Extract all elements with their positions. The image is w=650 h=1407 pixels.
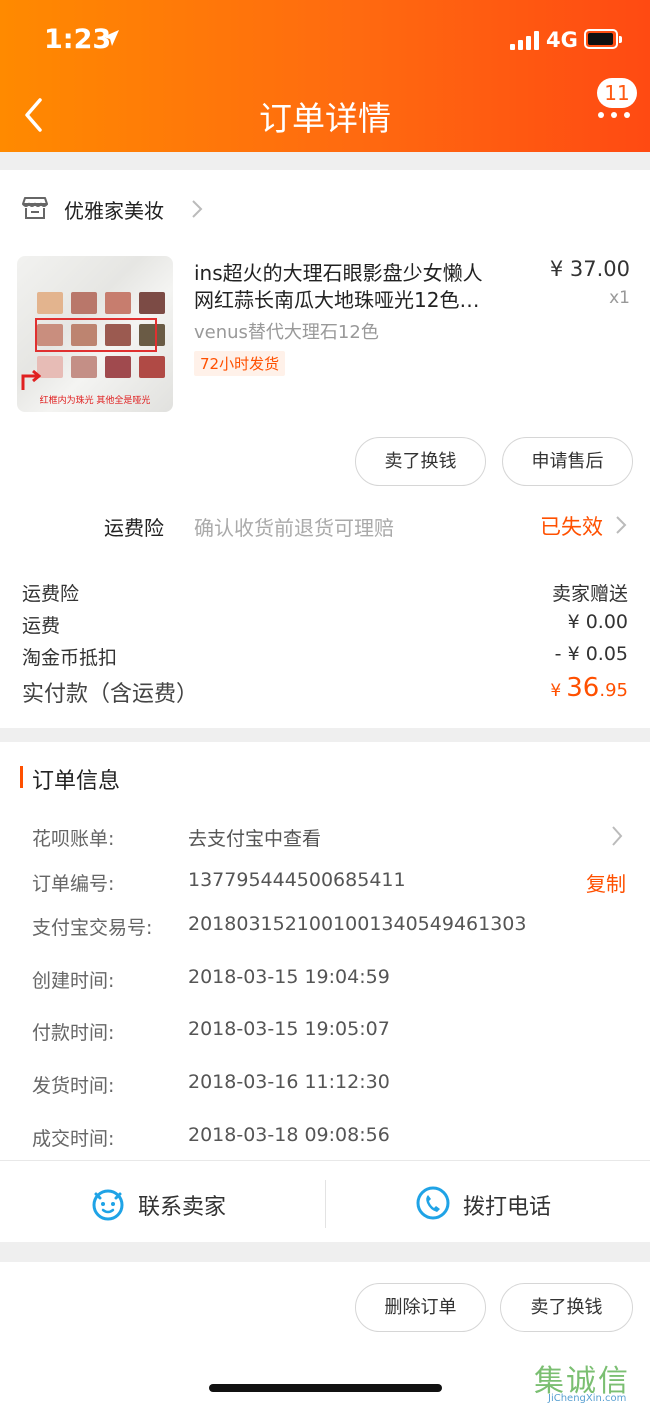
info-label: 创建时间:: [32, 970, 115, 992]
contact-seller-button[interactable]: 联系卖家: [138, 1189, 226, 1221]
total-currency: ¥: [550, 681, 562, 701]
info-value: 2018-03-15 19:04:59: [188, 966, 390, 988]
fee-label: 淘金币抵扣: [22, 647, 118, 669]
info-label: 订单编号:: [32, 873, 115, 895]
section-accent-bar: [20, 766, 23, 788]
product-title-line1[interactable]: ins超火的大理石眼影盘少女懒人: [194, 257, 483, 286]
delete-order-button[interactable]: 删除订单: [355, 1283, 486, 1332]
product-title-line2[interactable]: 网红蒜长南瓜大地珠哑光12色…: [194, 284, 479, 313]
info-label: 付款时间:: [32, 1022, 115, 1044]
divider: [325, 1180, 326, 1228]
info-label: 发货时间:: [32, 1075, 115, 1097]
signal-icon: [510, 30, 540, 50]
more-menu-button[interactable]: [598, 112, 630, 118]
total-value: ¥ 36.95: [550, 673, 628, 703]
red-arrow-icon: [21, 369, 41, 390]
fee-value: - ¥ 0.05: [554, 643, 628, 665]
freight-insurance-status[interactable]: 已失效: [540, 511, 603, 541]
fee-label: 运费: [22, 615, 61, 637]
info-value: 2018-03-18 09:08:56: [188, 1124, 390, 1146]
sell-for-cash-button-bottom[interactable]: 卖了换钱: [500, 1283, 633, 1332]
contact-seller-icon[interactable]: [90, 1186, 126, 1222]
info-label: 成交时间:: [32, 1128, 115, 1150]
product-quantity: x1: [609, 288, 630, 308]
fee-label: 运费险: [22, 583, 80, 605]
total-label: 实付款（含运费）: [22, 682, 199, 707]
fee-value: ¥ 0.00: [567, 611, 628, 633]
shipping-tag: 72小时发货: [194, 351, 286, 376]
home-indicator: [209, 1384, 442, 1392]
phone-icon[interactable]: [416, 1186, 450, 1220]
page-title: 订单详情: [259, 99, 391, 138]
chevron-right-icon: [616, 516, 627, 534]
fee-value: 卖家赠送: [551, 583, 628, 605]
product-image-caption: 红框内为珠光 其他全是哑光: [39, 396, 151, 406]
app-header: 1:23 4G 订单详情 11: [0, 0, 650, 152]
info-label: 支付宝交易号:: [32, 917, 153, 939]
order-number: 137795444500685411: [188, 869, 406, 891]
product-image[interactable]: 红框内为珠光 其他全是哑光: [17, 256, 173, 412]
product-sku: venus替代大理石12色: [194, 322, 379, 343]
chevron-right-icon: [612, 826, 623, 846]
total-integer: 36: [566, 673, 600, 703]
freight-insurance-label: 运费险: [104, 516, 164, 540]
sell-for-cash-button[interactable]: 卖了换钱: [355, 437, 486, 486]
message-badge: 11: [597, 78, 637, 108]
total-decimal: .95: [599, 680, 628, 701]
apply-aftersale-button[interactable]: 申请售后: [502, 437, 633, 486]
alipay-trade-number: 2018031521001001340549461303: [188, 913, 527, 935]
shop-name[interactable]: 优雅家美妆: [64, 195, 164, 224]
huabei-bill-link[interactable]: 去支付宝中查看: [188, 824, 321, 851]
network-label: 4G: [546, 28, 578, 52]
shop-icon: [22, 197, 48, 219]
watermark-url: JiChengXin.com: [548, 1393, 627, 1404]
freight-insurance-desc: 确认收货前退货可理赔: [194, 516, 394, 540]
chevron-right-icon: [192, 200, 203, 218]
location-arrow-icon: [103, 30, 119, 46]
divider: [0, 1160, 650, 1161]
info-label: 花呗账单:: [32, 828, 115, 850]
battery-icon: [584, 29, 622, 49]
product-price: ¥ 37.00: [549, 257, 630, 281]
call-phone-button[interactable]: 拨打电话: [463, 1189, 551, 1221]
copy-order-number-button[interactable]: 复制: [586, 868, 626, 897]
info-value: 2018-03-16 11:12:30: [188, 1071, 390, 1093]
order-info-title: 订单信息: [32, 769, 121, 794]
info-value: 2018-03-15 19:05:07: [188, 1018, 390, 1040]
